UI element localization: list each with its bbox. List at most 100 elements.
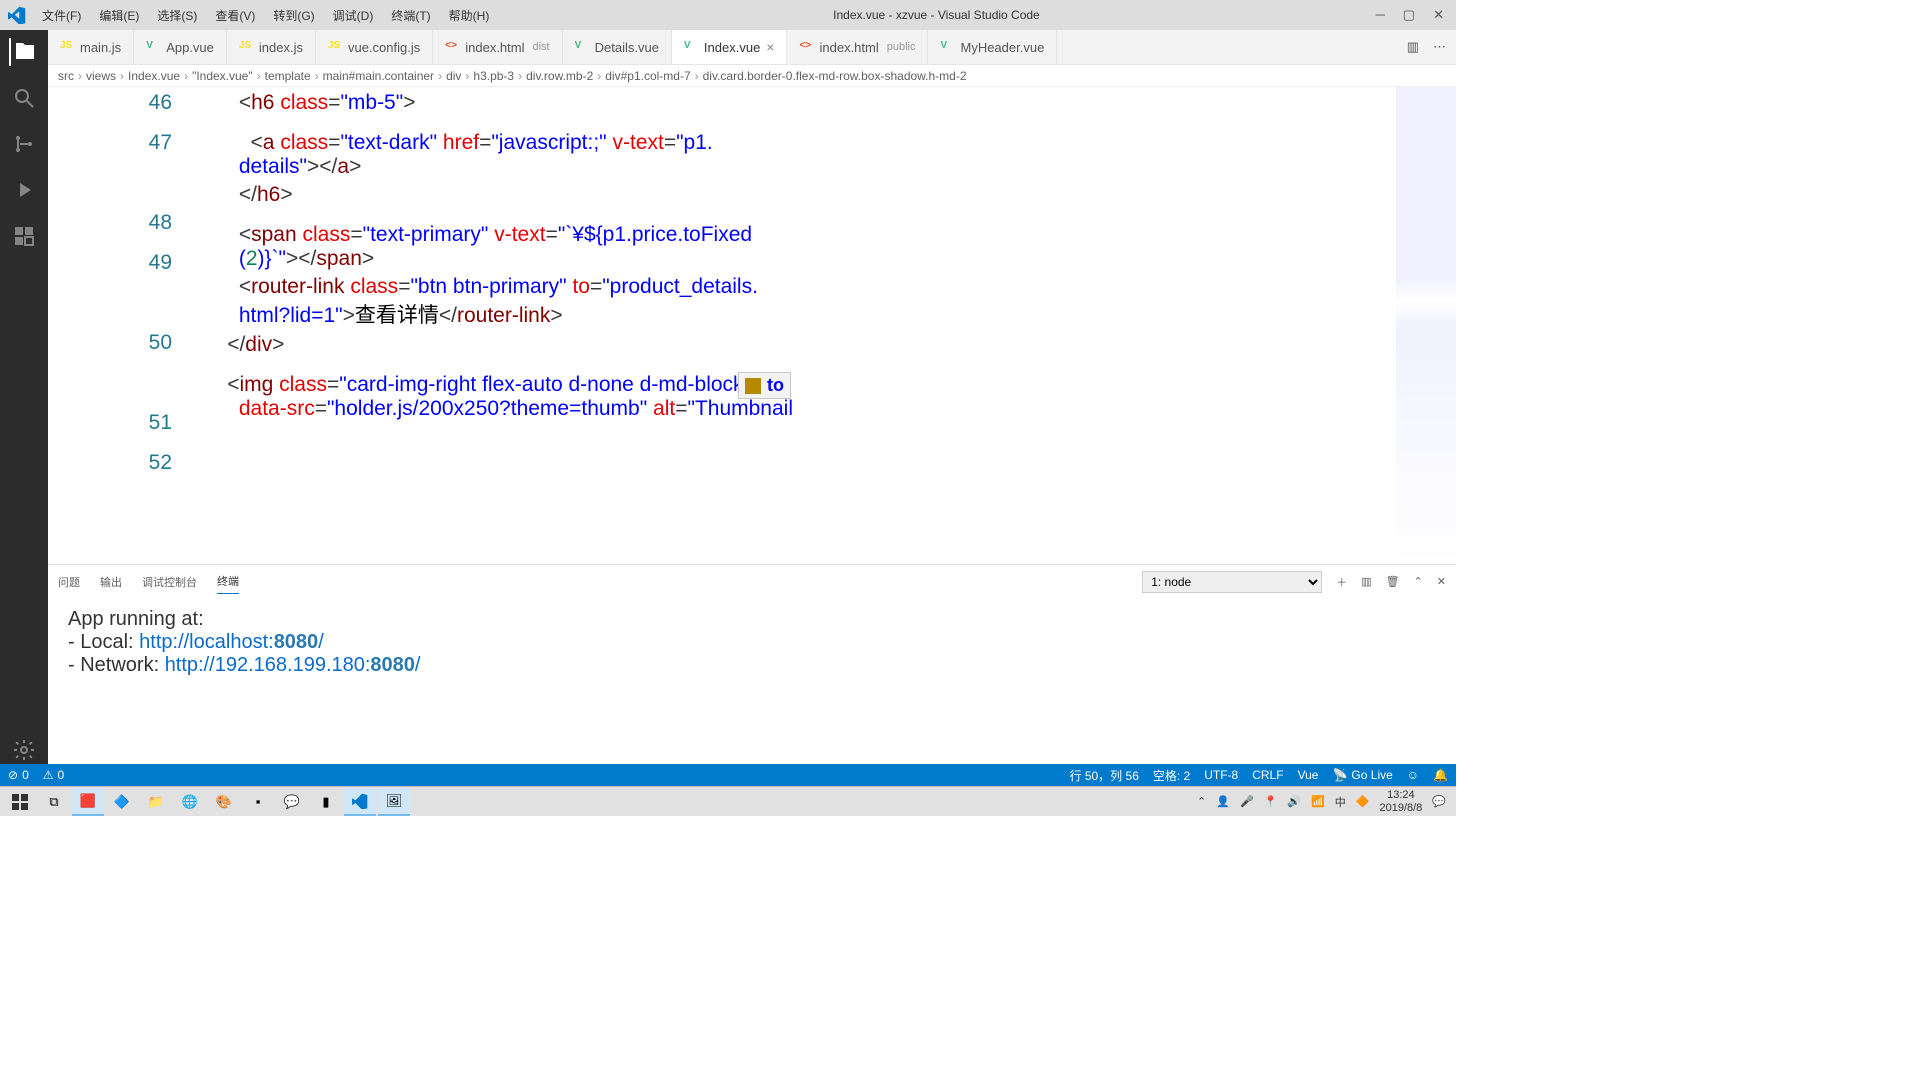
taskbar-chrome[interactable]: 🌐 [174,788,206,816]
settings-gear-icon[interactable] [10,736,38,764]
status-errors[interactable]: ⊘ 0 [8,768,29,782]
source-control-icon[interactable] [10,130,38,158]
breadcrumbs[interactable]: src›views›Index.vue›"Index.vue"›template… [48,65,1456,87]
close-tab-icon[interactable]: × [766,39,774,55]
taskbar-wechat[interactable]: 💬 [276,788,308,816]
terminal-content[interactable]: App running at: - Local: http://localhos… [48,598,1456,764]
terminal-selector[interactable]: 1: node [1142,571,1322,593]
breadcrumb-separator: › [597,69,601,83]
split-editor-icon[interactable]: ▥ [1407,39,1419,55]
task-view-icon[interactable]: ⧉ [38,788,70,816]
explorer-icon[interactable] [9,38,37,66]
tray-ime-icon[interactable]: 中 [1335,794,1346,810]
taskbar-vscode[interactable] [344,788,376,816]
menu-file[interactable]: 文件(F) [34,3,89,28]
tray-volume-icon[interactable]: 🔊 [1287,795,1301,808]
taskbar-app-4[interactable]: ▪ [242,788,274,816]
start-button[interactable] [4,788,36,816]
status-notifications-icon[interactable]: 🔔 [1433,768,1448,782]
intellisense-popup[interactable]: to [738,372,791,399]
search-icon[interactable] [10,84,38,112]
breadcrumb-item[interactable]: src [58,69,74,83]
breadcrumb-item[interactable]: div#p1.col-md-7 [605,69,690,83]
tab-index-html[interactable]: <>index.htmldist [433,30,562,64]
menu-debug[interactable]: 调试(D) [325,3,382,28]
menu-edit[interactable]: 编辑(E) [91,3,147,28]
more-actions-icon[interactable]: ⋯ [1433,39,1446,55]
new-terminal-icon[interactable]: ＋ [1336,574,1347,590]
taskbar-app-2[interactable]: 🔷 [106,788,138,816]
taskbar-images[interactable]: 🖼 [378,788,410,816]
taskbar-clock[interactable]: 13:24 2019/8/8 [1379,789,1422,813]
status-feedback-icon[interactable]: ☺ [1407,768,1419,782]
tray-people-icon[interactable]: 👤 [1216,795,1230,808]
panel-tab-problems[interactable]: 问题 [58,570,80,594]
minimize-icon[interactable]: ─ [1376,7,1385,23]
close-icon[interactable]: ✕ [1433,7,1444,23]
tab-Details-vue[interactable]: V Details.vue [563,30,672,64]
tab-path: public [887,41,916,53]
breadcrumb-separator: › [465,69,469,83]
panel-tab-terminal[interactable]: 终端 [217,569,239,594]
maximize-panel-icon[interactable]: ⌃ [1414,575,1423,588]
breadcrumb-item[interactable]: "Index.vue" [192,69,253,83]
breadcrumb-item[interactable]: Index.vue [128,69,180,83]
menu-selection[interactable]: 选择(S) [149,3,205,28]
status-golive[interactable]: 📡 Go Live [1332,768,1392,782]
taskbar-cmd[interactable]: ▮ [310,788,342,816]
tab-App-vue[interactable]: VApp.vue [134,30,227,64]
breadcrumb-item[interactable]: div.card.border-0.flex-md-row.box-shadow… [703,69,967,83]
status-encoding[interactable]: UTF-8 [1204,768,1238,782]
tray-app-icon[interactable]: 🔶 [1356,795,1370,808]
breadcrumb-item[interactable]: div [446,69,461,83]
window-controls: ─ ▢ ✕ [1376,7,1448,23]
editor[interactable]: 46474849505152 <h6 class="mb-5"> <a clas… [48,87,1456,564]
tab-main-js[interactable]: JSmain.js [48,30,134,64]
breadcrumb-item[interactable]: div.row.mb-2 [526,69,593,83]
minimap[interactable] [1396,87,1456,564]
panel-tab-debug-console[interactable]: 调试控制台 [142,570,197,594]
breadcrumb-item[interactable]: h3.pb-3 [473,69,514,83]
status-eol[interactable]: CRLF [1252,768,1283,782]
menu-go[interactable]: 转到(G) [265,3,322,28]
breadcrumb-separator: › [695,69,699,83]
extensions-icon[interactable] [10,222,38,250]
close-panel-icon[interactable]: ✕ [1437,575,1446,588]
debug-icon[interactable] [10,176,38,204]
intellisense-suggestion[interactable]: to [767,375,784,396]
tray-location-icon[interactable]: 📍 [1264,795,1278,808]
taskbar-app-1[interactable]: 🟥 [72,788,104,816]
tab-path: dist [532,41,549,53]
status-spaces[interactable]: 空格: 2 [1153,767,1190,784]
js-file-icon: JS [60,40,74,54]
vue-file-icon: V [575,40,589,54]
tab-index-js[interactable]: JSindex.js [227,30,316,64]
tab-vue-config-js[interactable]: JSvue.config.js [316,30,433,64]
tab-index-html[interactable]: <>index.htmlpublic [787,30,928,64]
status-warnings[interactable]: ⚠ 0 [43,768,64,782]
tab-label: vue.config.js [348,40,420,55]
breadcrumb-item[interactable]: template [265,69,311,83]
tray-chevron-icon[interactable]: ⌃ [1197,795,1206,808]
breadcrumb-item[interactable]: main#main.container [323,69,434,83]
breadcrumb-item[interactable]: views [86,69,116,83]
menu-terminal[interactable]: 终端(T) [383,3,438,28]
maximize-icon[interactable]: ▢ [1403,7,1415,23]
tab-label: Details.vue [595,40,659,55]
taskbar-app-3[interactable]: 🎨 [208,788,240,816]
tab-MyHeader-vue[interactable]: VMyHeader.vue [928,30,1057,64]
tray-notifications-icon[interactable]: 💬 [1432,795,1446,808]
status-language[interactable]: Vue [1298,768,1319,782]
split-terminal-icon[interactable]: ▥ [1361,575,1371,588]
menu-view[interactable]: 查看(V) [207,3,263,28]
kill-terminal-icon[interactable]: 🗑 [1386,575,1400,588]
status-cursor[interactable]: 行 50，列 56 [1070,767,1139,784]
taskbar-explorer[interactable]: 📁 [140,788,172,816]
tray-mic-icon[interactable]: 🎤 [1240,795,1254,808]
panel-tab-output[interactable]: 输出 [100,570,122,594]
code-content[interactable]: <h6 class="mb-5"> <a class="text-dark" h… [198,87,1456,564]
tab-label: App.vue [166,40,214,55]
menu-help[interactable]: 帮助(H) [441,3,498,28]
tab-Index-vue[interactable]: VIndex.vue× [672,30,788,64]
tray-network-icon[interactable]: 📶 [1311,795,1325,808]
